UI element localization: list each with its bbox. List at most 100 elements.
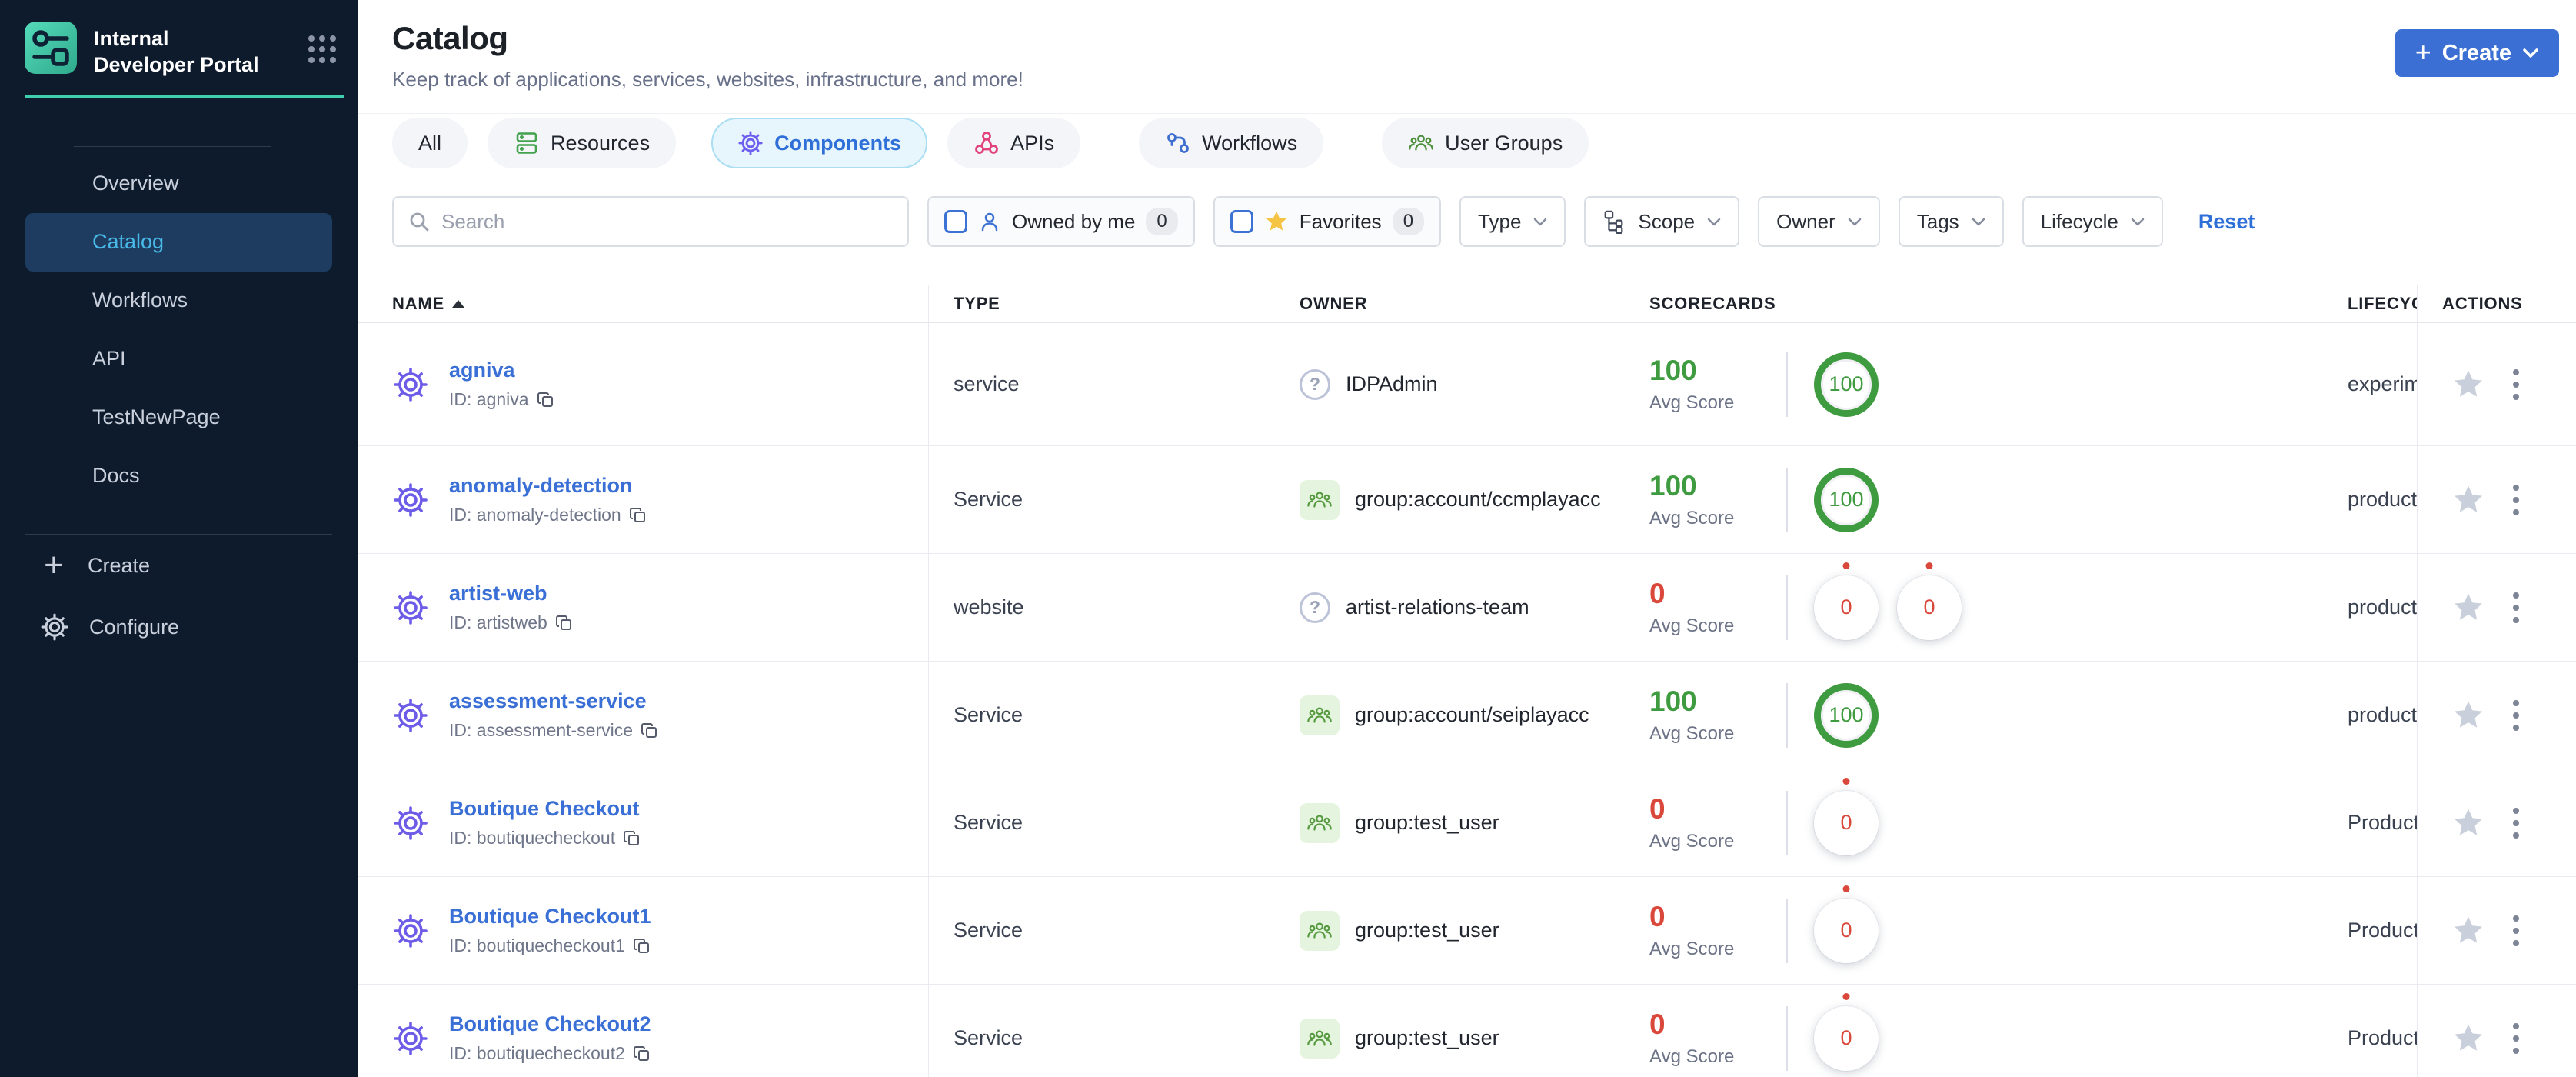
row-menu-button[interactable]: [2508, 480, 2524, 520]
app-logo[interactable]: [25, 22, 77, 74]
favorite-star-button[interactable]: [2451, 368, 2485, 402]
row-menu-button[interactable]: [2508, 803, 2524, 843]
owner-name[interactable]: group:test_user: [1355, 919, 1499, 942]
scorecards-cell: 0 Avg Score 0: [1649, 877, 1879, 984]
avg-score-block: 0 Avg Score: [1649, 1009, 1786, 1068]
entity-id: ID: assessment-service: [449, 720, 659, 741]
scorecard-badge: 100: [1814, 352, 1879, 417]
favorite-star-button[interactable]: [2451, 483, 2485, 517]
scorecards-cell: 0 Avg Score 00: [1649, 554, 1962, 661]
sidebar-item-catalog[interactable]: Catalog: [25, 212, 332, 272]
favorites-filter[interactable]: Favorites 0: [1213, 196, 1442, 247]
favorite-star-button[interactable]: [2451, 914, 2485, 948]
star-icon: [2455, 593, 2482, 620]
entity-id: ID: artistweb: [449, 612, 574, 633]
component-gear-icon: [394, 698, 428, 732]
lifecycle-dropdown[interactable]: Lifecycle: [2022, 196, 2163, 247]
copy-icon[interactable]: [629, 506, 647, 525]
sidebar-item-testnewpage[interactable]: TestNewPage: [0, 388, 358, 447]
owner-cell: ? artist-relations-team: [1300, 554, 1529, 661]
copy-icon[interactable]: [623, 829, 641, 848]
copy-icon[interactable]: [537, 391, 555, 409]
people-icon: [1307, 706, 1332, 723]
entity-name-link[interactable]: Boutique Checkout1: [449, 905, 651, 929]
create-button[interactable]: + Create: [2395, 29, 2559, 77]
row-menu-button[interactable]: [2508, 588, 2524, 628]
sidebar-configure-label: Configure: [89, 615, 180, 639]
entity-name-link[interactable]: Boutique Checkout: [449, 797, 641, 821]
tags-dropdown[interactable]: Tags: [1898, 196, 2004, 247]
entity-tabs: All Resources Components APIs Workflows …: [392, 118, 1589, 168]
name-cell: Boutique Checkout2 ID: boutiquecheckout2: [392, 985, 651, 1077]
type-dropdown[interactable]: Type: [1459, 196, 1566, 247]
favorites-checkbox[interactable]: [1230, 210, 1253, 233]
column-header-lifecycle: LIFECYCLE: [2348, 293, 2417, 313]
copy-icon[interactable]: [641, 722, 659, 740]
scorecard-badge: 0: [1814, 790, 1879, 855]
tab-apis[interactable]: APIs: [947, 118, 1081, 168]
search-input[interactable]: [441, 209, 894, 234]
owner-dropdown[interactable]: Owner: [1758, 196, 1880, 247]
scorecard-divider: [1786, 352, 1788, 417]
component-gear-icon: [394, 1021, 428, 1055]
tab-label: APIs: [1010, 131, 1055, 155]
favorite-star-button[interactable]: [2451, 591, 2485, 625]
sidebar-item-overview[interactable]: Overview: [0, 155, 358, 213]
scope-dropdown[interactable]: Scope: [1584, 196, 1740, 247]
owner-name[interactable]: group:account/ccmplayacc: [1355, 488, 1601, 512]
tab-resources[interactable]: Resources: [488, 118, 677, 168]
entity-id-text: ID: boutiquecheckout1: [449, 935, 625, 955]
logo-row: Internal Developer Portal: [0, 0, 358, 78]
entity-name-link[interactable]: artist-web: [449, 582, 574, 605]
owner-group-icon: [1300, 695, 1340, 735]
scorecards-cell: 100 Avg Score 100: [1649, 446, 1879, 553]
copy-icon[interactable]: [633, 1045, 651, 1063]
tab-workflows[interactable]: Workflows: [1139, 118, 1324, 168]
sidebar-item-docs[interactable]: Docs: [0, 447, 358, 505]
tab-all[interactable]: All: [392, 118, 468, 168]
name-block: Boutique Checkout1 ID: boutiquecheckout1: [449, 905, 651, 956]
entity-name-link[interactable]: agniva: [449, 358, 555, 382]
column-header-scorecards: SCORECARDS: [1649, 293, 1776, 313]
owned-by-me-filter[interactable]: Owned by me 0: [927, 196, 1195, 247]
owner-name[interactable]: group:account/seiplayacc: [1355, 703, 1589, 727]
entity-id: ID: boutiquecheckout2: [449, 1043, 651, 1064]
owner-name[interactable]: artist-relations-team: [1346, 595, 1529, 619]
apps-grid-icon[interactable]: [308, 35, 336, 63]
sidebar-configure-button[interactable]: Configure: [0, 596, 358, 658]
owner-name[interactable]: group:test_user: [1355, 811, 1499, 835]
row-menu-button[interactable]: [2508, 365, 2524, 405]
favorite-star-button[interactable]: [2451, 806, 2485, 840]
sidebar-item-workflows[interactable]: Workflows: [0, 272, 358, 330]
people-icon: [1307, 922, 1332, 939]
column-header-name[interactable]: NAME: [392, 294, 464, 314]
owner-name[interactable]: IDPAdmin: [1346, 372, 1438, 396]
owner-name[interactable]: group:test_user: [1355, 1026, 1499, 1050]
row-menu-button[interactable]: [2508, 695, 2524, 735]
tab-components[interactable]: Components: [711, 118, 928, 168]
favorite-star-button[interactable]: [2451, 1022, 2485, 1055]
sidebar-create-button[interactable]: + Create: [0, 535, 358, 596]
entity-name-link[interactable]: anomaly-detection: [449, 474, 647, 498]
owner-cell: ? group:account/ccmplayacc: [1300, 446, 1601, 553]
owned-by-me-checkbox[interactable]: [944, 210, 967, 233]
scorecard-badge: 0: [1897, 575, 1962, 640]
row-menu-button[interactable]: [2508, 911, 2524, 951]
sidebar-item-api[interactable]: API: [0, 330, 358, 388]
entity-id-text: ID: assessment-service: [449, 720, 634, 740]
row-menu-button[interactable]: [2508, 1019, 2524, 1059]
table-row: Boutique Checkout1 ID: boutiquecheckout1…: [358, 877, 2576, 985]
copy-icon[interactable]: [633, 937, 651, 955]
owner-group-icon: [1300, 1018, 1340, 1059]
search-box[interactable]: [392, 196, 909, 247]
favorite-star-button[interactable]: [2451, 699, 2485, 732]
scorecard-divider: [1786, 898, 1788, 963]
copy-icon[interactable]: [555, 614, 574, 632]
column-header-lifecycle-clip: LIFECYCLE: [2348, 285, 2417, 322]
favorites-label: Favorites: [1299, 209, 1382, 233]
entity-name-link[interactable]: assessment-service: [449, 689, 659, 713]
reset-filters-link[interactable]: Reset: [2198, 210, 2255, 234]
tab-user-groups[interactable]: User Groups: [1382, 118, 1589, 168]
person-icon: [981, 212, 998, 232]
entity-name-link[interactable]: Boutique Checkout2: [449, 1012, 651, 1036]
